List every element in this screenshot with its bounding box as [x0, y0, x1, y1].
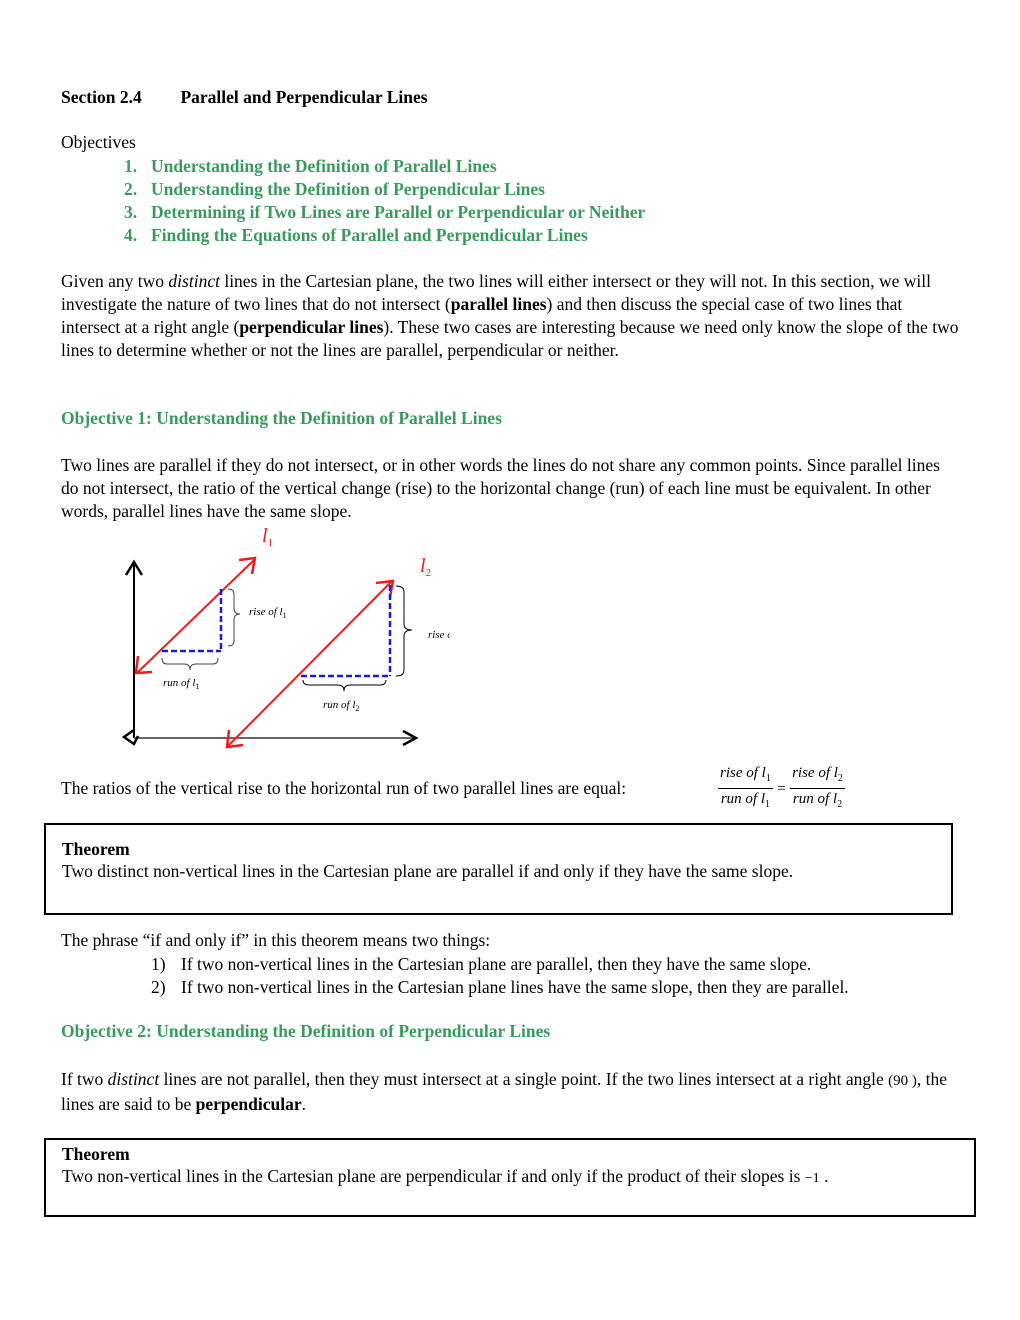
- objectives-label: Objectives: [61, 132, 136, 152]
- section-heading: Section 2.4 Parallel and Perpendicular L…: [61, 87, 428, 108]
- run-l2-label: run of l2: [323, 699, 359, 713]
- ratio-fraction-l2: rise of l2 run of l2: [790, 765, 845, 810]
- iff-item: 2) If two non-vertical lines in the Carte…: [151, 977, 849, 997]
- objective-item: 3. Determining if Two Lines are Parallel …: [124, 202, 646, 222]
- line-l2-label: l2: [420, 555, 431, 579]
- section-title: Parallel and Perpendicular Lines: [180, 87, 428, 107]
- rise-l1-brace: [227, 588, 241, 647]
- line-l1: [137, 559, 255, 673]
- run-l1-label: run of l1: [163, 677, 199, 691]
- theorem-text: Two distinct non-vertical lines in the C…: [62, 861, 794, 881]
- right-angle-value: (90 ): [888, 1073, 917, 1089]
- ratio-fraction-l1: rise of l1 run of l1: [718, 765, 773, 810]
- theorem-title: Theorem: [62, 1144, 130, 1164]
- objective1-paragraph: Two lines are parallel if they do not in…: [61, 455, 940, 521]
- ratio-equation: rise of l1 run of l1 = rise of l2 run of…: [718, 764, 845, 815]
- objective2-paragraph: If two distinct lines are not parallel, …: [61, 1069, 948, 1114]
- run-l1-brace: [161, 657, 219, 671]
- theorem-text: Two non-vertical lines in the Cartesian …: [62, 1166, 829, 1186]
- iff-list: 1) If two non-vertical lines in the Carte…: [151, 953, 849, 999]
- iff-item: 1) If two non-vertical lines in the Carte…: [151, 954, 812, 974]
- objective2-heading: Objective 2: Understanding the Definitio…: [61, 1021, 551, 1041]
- objective-item: 2. Understanding the Definition of Perpen…: [124, 179, 545, 199]
- theorem-parallel-box: Theorem Two distinct non-vertical lines …: [44, 823, 953, 915]
- rise-l1-label: rise of l1: [249, 606, 287, 620]
- objective-item: 1. Understanding the Definition of Parall…: [124, 156, 497, 176]
- rise-l2-brace: [395, 585, 413, 677]
- line-l1-label: l1: [262, 525, 273, 549]
- objective-item: 4. Finding the Equations of Parallel and …: [124, 225, 588, 245]
- objective1-heading: Objective 1: Understanding the Definitio…: [61, 408, 502, 428]
- section-number: Section 2.4: [61, 87, 142, 107]
- parallel-lines-figure: rise of l1 run of l1 l1 rise of l2 run o…: [121, 525, 450, 749]
- objectives-list: 1. Understanding the Definition of Parall…: [124, 155, 645, 247]
- ratio-sentence: The ratios of the vertical rise to the h…: [61, 778, 627, 798]
- intro-paragraph: Given any two distinct lines in the Cart…: [61, 271, 959, 360]
- theorem-title: Theorem: [62, 839, 130, 859]
- theorem-perpendicular-box: Theorem Two non-vertical lines in the Ca…: [44, 1138, 976, 1217]
- run-l2-brace: [302, 679, 387, 692]
- rise-l2-label: rise of l2: [428, 629, 450, 643]
- slope-product-value: −1: [804, 1171, 820, 1186]
- equals-sign: =: [777, 781, 786, 797]
- iff-intro: The phrase “if and only if” in this theo…: [61, 930, 491, 950]
